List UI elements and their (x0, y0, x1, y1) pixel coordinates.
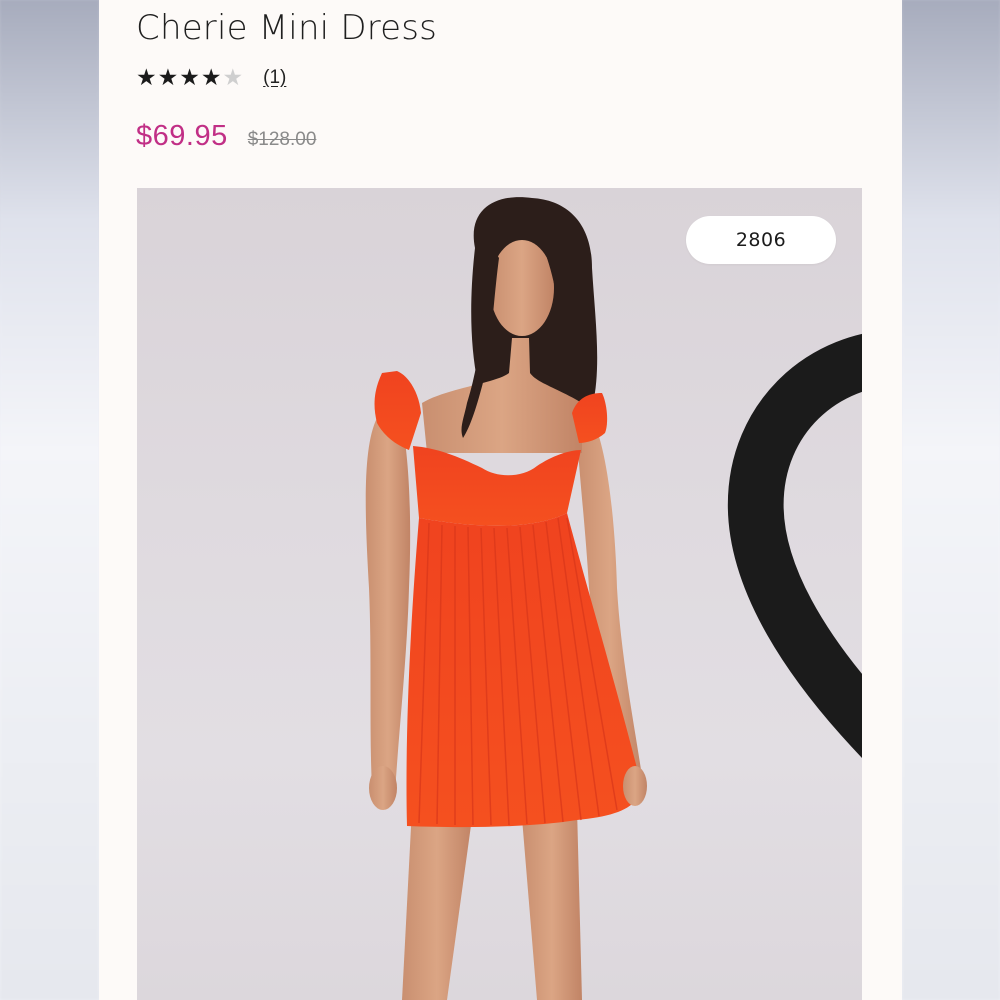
star-empty-icon: ★ (222, 65, 244, 91)
sale-price: $69.95 (136, 120, 228, 152)
star-filled-icon: ★ (200, 65, 222, 91)
left-backdrop (0, 0, 99, 1000)
star-filled-icon: ★ (157, 65, 179, 91)
right-backdrop (902, 0, 1000, 1000)
product-page: Cherie Mini Dress ★ ★ ★ ★ ★ (1) $69.95 $… (99, 0, 902, 1000)
product-image[interactable]: 2806 (137, 188, 862, 1000)
heart-outline-icon (727, 334, 862, 758)
price-row: $69.95 $128.00 (136, 120, 316, 153)
review-count-link[interactable]: (1) (263, 67, 286, 89)
original-price: $128.00 (247, 129, 317, 150)
product-rating: ★ ★ ★ ★ ★ (1) (136, 64, 286, 92)
star-rating: ★ ★ ★ ★ ★ (136, 64, 243, 92)
favorite-button[interactable]: 2806 (686, 216, 862, 758)
product-title: Cherie Mini Dress (136, 8, 438, 48)
star-filled-icon: ★ (136, 65, 157, 91)
star-filled-icon: ★ (179, 65, 200, 91)
